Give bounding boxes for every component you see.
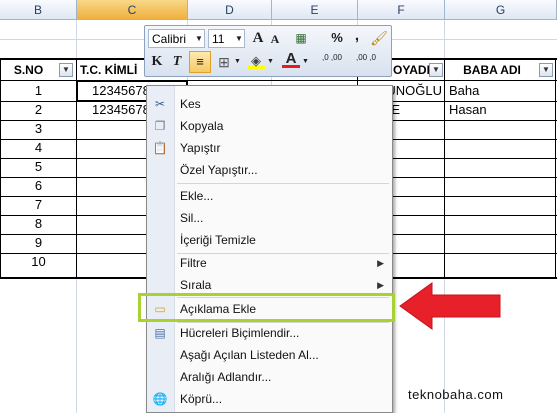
format-cells-icon: ▤ [154, 326, 166, 340]
bold-button[interactable]: K [148, 52, 166, 72]
copy-icon: ❐ [154, 119, 166, 133]
grow-font-button[interactable]: A [249, 28, 267, 48]
decrease-decimal-button[interactable]: ,00 ,0 [349, 53, 383, 71]
borders-arrow[interactable]: ▼ [233, 52, 242, 72]
sno-cell[interactable]: 4 [1, 138, 76, 158]
menu-item-paste-special[interactable]: Özel Yapıştır... [147, 159, 392, 181]
fill-color-arrow[interactable]: ▼ [266, 52, 275, 72]
column-header-e[interactable]: E [272, 0, 358, 20]
tc-cell[interactable]: 12345678 [92, 100, 152, 120]
sno-cell[interactable]: 3 [1, 119, 76, 139]
format-painter-icon[interactable]: 🖌 [370, 28, 388, 48]
menu-item-label: Köprü... [180, 392, 223, 406]
menu-item-hyperlink[interactable]: 🌐 Köprü... [147, 388, 392, 410]
menu-item-insert[interactable]: Ekle... [147, 185, 392, 207]
sno-cell[interactable]: 8 [1, 214, 76, 234]
increase-decimal-button[interactable]: ,0 ,00 [315, 53, 349, 71]
sno-cell[interactable]: 2 [1, 100, 76, 120]
hyperlink-globe-icon: 🌐 [152, 392, 168, 406]
menu-item-filter[interactable]: Filtre ▶ [147, 252, 392, 274]
menu-item-label: Filtre [180, 256, 207, 270]
father-name-cell[interactable]: Baha [449, 81, 549, 101]
sno-cell[interactable]: 9 [1, 233, 76, 253]
scissors-icon: ✂ [154, 97, 166, 111]
filter-dropdown-soyadi[interactable]: ▼ [429, 63, 443, 77]
font-size-arrow[interactable]: ▼ [233, 29, 245, 49]
comma-button[interactable]: , [350, 26, 364, 46]
context-menu: ✂ Kes ❐ Kopyala 📋 Yapıştır Özel Yapıştır… [146, 85, 393, 413]
column-header-b[interactable]: B [0, 0, 77, 20]
accounting-format-icon[interactable]: ▦ [290, 28, 312, 48]
mini-toolbar: Calibri ▼ 11 ▼ A A ▦ % , 🖌 K T ≡ ⊞ ▼ ◈ ▼… [144, 25, 392, 77]
menu-item-paste[interactable]: 📋 Yapıştır [147, 137, 392, 159]
menu-item-name-range[interactable]: Aralığı Adlandır... [147, 366, 392, 388]
tc-cell[interactable]: 12345678901 [92, 81, 152, 101]
header-baba[interactable]: BABA ADI [446, 59, 538, 82]
sno-cell[interactable]: 6 [1, 176, 76, 196]
column-header-g[interactable]: G [445, 0, 557, 20]
table-right-border [555, 58, 556, 279]
table-col-border [444, 58, 445, 279]
menu-item-cut[interactable]: ✂ Kes [147, 93, 392, 115]
menu-item-label: Kes [180, 97, 201, 111]
watermark: teknobaha.com [408, 387, 504, 402]
menu-item-label: Kopyala [180, 119, 224, 133]
menu-item-pick-from-list[interactable]: Aşağı Açılan Listeden Al... [147, 344, 392, 366]
filter-dropdown-baba[interactable]: ▼ [539, 63, 553, 77]
column-header-d[interactable]: D [188, 0, 272, 20]
menu-item-clear-contents[interactable]: İçeriği Temizle [147, 229, 392, 251]
menu-item-format-cells[interactable]: ▤ Hücreleri Biçimlendir... [147, 322, 392, 344]
sno-cell[interactable]: 1 [1, 81, 76, 101]
sno-cell[interactable]: 10 [1, 252, 76, 272]
red-arrow-icon [399, 282, 501, 330]
column-header-f[interactable]: F [358, 0, 445, 20]
menu-item-label: Aşağı Açılan Listeden Al... [180, 348, 319, 362]
percent-button[interactable]: % [328, 28, 346, 48]
highlight-box [138, 293, 395, 322]
column-header-c[interactable]: C [77, 0, 188, 20]
font-name-arrow[interactable]: ▼ [193, 29, 205, 49]
header-tc[interactable]: T.C. KİMLİ [80, 59, 148, 82]
shrink-font-button[interactable]: A [267, 29, 283, 49]
father-name-cell[interactable]: Hasan [449, 100, 549, 120]
filter-dropdown-sno[interactable]: ▼ [59, 63, 73, 77]
sno-cell[interactable]: 5 [1, 157, 76, 177]
fill-color-icon[interactable]: ◈ [247, 52, 265, 69]
header-soyadi[interactable]: OYADI [393, 59, 430, 82]
borders-icon[interactable]: ⊞ [215, 52, 233, 72]
menu-item-label: Yapıştır [180, 141, 221, 155]
menu-item-label: Özel Yapıştır... [180, 163, 258, 177]
submenu-arrow-icon: ▶ [377, 258, 384, 268]
font-color-button[interactable]: A [282, 50, 300, 68]
align-center-button[interactable]: ≡ [189, 51, 211, 73]
menu-item-copy[interactable]: ❐ Kopyala [147, 115, 392, 137]
menu-item-label: İçeriği Temizle [180, 233, 256, 247]
menu-item-delete[interactable]: Sil... [147, 207, 392, 229]
font-color-arrow[interactable]: ▼ [301, 52, 310, 72]
menu-item-label: Hücreleri Biçimlendir... [180, 326, 300, 340]
menu-item-label: Aralığı Adlandır... [180, 370, 272, 384]
menu-item-label: Ekle... [180, 189, 214, 203]
menu-item-label: Sil... [180, 211, 204, 225]
header-sno[interactable]: S.NO [0, 59, 57, 82]
sno-cell[interactable]: 7 [1, 195, 76, 215]
menu-separator [177, 183, 389, 184]
paste-icon: 📋 [152, 141, 168, 155]
italic-button[interactable]: T [168, 52, 186, 72]
